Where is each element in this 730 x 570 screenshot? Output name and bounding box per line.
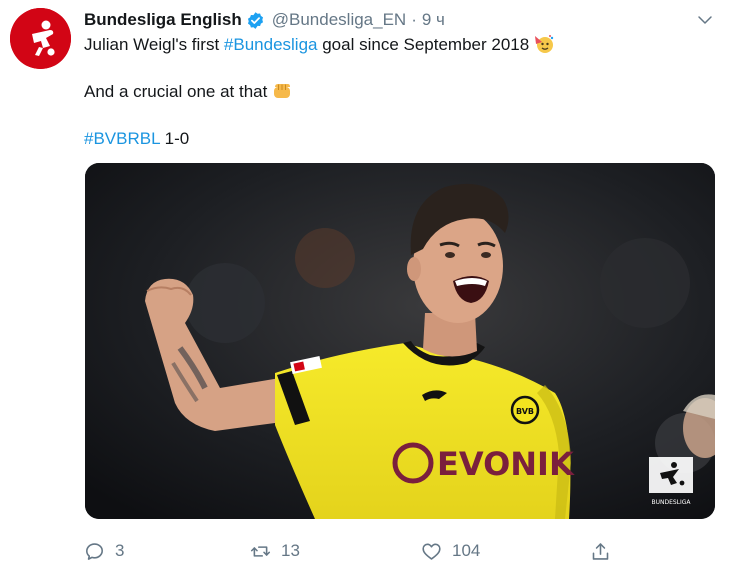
player-celebration-image: BVB EVONIK BUNDESLIGA: [85, 163, 715, 519]
share-icon: [592, 542, 609, 560]
tweet-media-photo[interactable]: BVB EVONIK BUNDESLIGA: [85, 163, 715, 519]
avatar[interactable]: [10, 8, 71, 69]
like-icon: [422, 543, 441, 560]
text-segment: And a crucial one at that: [84, 82, 268, 101]
tweet-card[interactable]: Bundesliga English @Bundesliga_EN · 9 ч …: [0, 0, 730, 570]
caret-down-icon[interactable]: [696, 11, 714, 29]
bvb-badge-text: BVB: [516, 407, 534, 416]
text-segment: Julian Weigl's first: [84, 35, 224, 54]
retweet-button[interactable]: 13: [250, 538, 300, 564]
tweet-text-line-3: #BVBRBL 1-0: [84, 128, 189, 150]
separator-dot: ·: [411, 10, 417, 29]
tweet-timestamp[interactable]: 9 ч: [422, 10, 445, 30]
reply-icon: [86, 542, 103, 560]
text-segment: goal since September 2018: [317, 35, 530, 54]
retweet-icon: [250, 545, 271, 557]
party-face-emoji-icon: [533, 34, 555, 54]
text-segment: 1-0: [159, 129, 190, 148]
watermark-text: BUNDESLIGA: [651, 499, 691, 506]
author-name[interactable]: Bundesliga English: [84, 10, 242, 30]
tweet-text-line-1: Julian Weigl's first #Bundesliga goal si…: [84, 34, 555, 56]
tweet-action-bar: 3 13 104: [84, 538, 624, 564]
reply-button[interactable]: 3: [84, 538, 124, 564]
like-count: 104: [452, 541, 481, 560]
reply-count: 3: [115, 541, 125, 560]
tweet-header: Bundesliga English @Bundesliga_EN · 9 ч: [84, 9, 445, 31]
hashtag-link-bundesliga[interactable]: #Bundesliga: [224, 35, 318, 54]
sponsor-logo-text: EVONIK: [437, 445, 575, 483]
fist-bump-emoji-icon: [271, 81, 293, 101]
verified-badge-icon: [246, 11, 265, 30]
tweet-text-line-2: And a crucial one at that: [84, 81, 293, 103]
hashtag-link-bvbrbl[interactable]: #BVBRBL: [84, 129, 160, 148]
retweet-count: 13: [281, 541, 300, 560]
like-button[interactable]: 104: [421, 538, 480, 564]
author-handle[interactable]: @Bundesliga_EN: [272, 10, 406, 30]
bundesliga-logo: [10, 8, 71, 69]
share-button[interactable]: [590, 538, 611, 564]
